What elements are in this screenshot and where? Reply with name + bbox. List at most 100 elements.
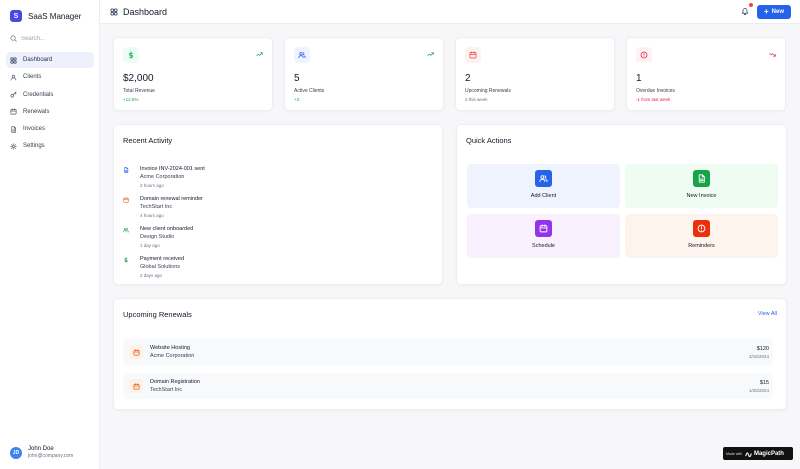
calendar-icon (465, 47, 481, 63)
sidebar-item-label: Settings (23, 143, 45, 150)
section-title: Upcoming Renewals (123, 310, 192, 319)
new-button-label: New (771, 9, 784, 15)
sidebar-nav: Dashboard Clients Credentials Renewals I… (6, 52, 94, 156)
brand-logo: S (10, 10, 22, 22)
list-item: New client onboarded Design Studio 1 day… (123, 225, 193, 250)
recent-activity-card: Recent Activity Invoice INV-2024-001 sen… (113, 124, 443, 285)
magicpath-logo-icon (745, 452, 752, 457)
section-title: Recent Activity (123, 136, 173, 145)
sidebar-item-label: Renewals (23, 108, 50, 115)
sidebar-item-label: Credentials (23, 91, 54, 98)
renewal-row[interactable]: Website Hosting Acme Corporation $120 2/… (123, 339, 773, 365)
calendar-icon (129, 379, 143, 393)
alert-icon (636, 47, 652, 63)
renewal-client: Acme Corporation (150, 353, 195, 359)
stat-value: $2,000 (123, 73, 154, 84)
stat-card-overdue: 1 Overdue Invoices -1 from last week (626, 37, 786, 111)
activity-title: Invoice INV-2024-001 sent (140, 166, 205, 172)
search-box (6, 30, 94, 47)
stat-value: 2 (465, 73, 471, 84)
section-title: Quick Actions (466, 136, 512, 145)
stat-value: 1 (636, 73, 642, 84)
view-all-link[interactable]: View All (758, 311, 777, 317)
calendar-icon (535, 220, 552, 237)
stat-card-revenue: $2,000 Total Revenue +12.5% (113, 37, 273, 111)
quick-action-label: Reminders (688, 243, 715, 249)
search-icon (10, 35, 17, 42)
stat-change: -1 from last week (636, 97, 671, 102)
sidebar-item-renewals[interactable]: Renewals (6, 104, 94, 120)
user-name: John Doe (28, 446, 54, 452)
stat-card-clients: 5 Active Clients +3 (284, 37, 444, 111)
sidebar-item-label: Dashboard (23, 57, 53, 63)
stat-card-renewals: 2 Upcoming Renewals 2 this week (455, 37, 615, 111)
add-client-button[interactable]: Add Client (467, 164, 620, 208)
quick-action-label: New Invoice (686, 193, 717, 199)
users-icon (535, 170, 552, 187)
bell-icon[interactable] (741, 7, 750, 16)
renewal-date: 2/15/2024 (748, 354, 769, 359)
user-icon (10, 74, 17, 81)
renewal-service: Website Hosting (150, 345, 190, 351)
renewal-amount: $15 (759, 380, 769, 386)
trend-down-icon (769, 51, 776, 58)
renewal-client: TechStart Inc (150, 387, 183, 393)
search-input[interactable] (21, 35, 91, 42)
reminders-button[interactable]: Reminders (625, 214, 778, 258)
sidebar: S SaaS Manager Dashboard Clients Credent… (0, 0, 100, 469)
user-profile[interactable]: JD John Doe john@company.com (10, 445, 73, 460)
top-header: Dashboard + New (100, 0, 800, 24)
sidebar-item-settings[interactable]: Settings (6, 138, 94, 154)
upcoming-renewals-card: Upcoming Renewals View All Website Hosti… (113, 298, 787, 410)
calendar-icon (123, 195, 129, 220)
user-email: john@company.com (28, 453, 74, 459)
stat-change: +3 (294, 97, 300, 102)
renewal-row[interactable]: Domain Registration TechStart Inc $15 1/… (123, 373, 773, 399)
calendar-icon (129, 345, 143, 359)
stat-label: Overdue Invoices (636, 88, 675, 94)
dollar-icon (123, 47, 139, 63)
avatar: JD (10, 446, 22, 459)
quick-actions-card: Quick Actions Add Client New Invoice Sch… (456, 124, 787, 285)
sidebar-item-dashboard[interactable]: Dashboard (6, 52, 94, 68)
key-icon (10, 91, 17, 98)
stat-value: 5 (294, 73, 300, 84)
renewal-service: Domain Registration (150, 379, 200, 385)
activity-time: 2 hours ago (140, 183, 164, 188)
stat-label: Upcoming Renewals (465, 88, 511, 94)
trend-up-icon (256, 51, 263, 58)
alert-icon (693, 220, 710, 237)
sidebar-item-label: Clients (23, 74, 42, 81)
users-icon (294, 47, 310, 63)
schedule-button[interactable]: Schedule (467, 214, 620, 258)
grid-icon (110, 8, 118, 16)
activity-subject: Acme Corporation (140, 174, 185, 180)
users-icon (123, 225, 129, 250)
file-icon (693, 170, 710, 187)
trend-up-icon (427, 51, 434, 58)
sidebar-item-clients[interactable]: Clients (6, 69, 94, 85)
dollar-icon (123, 255, 129, 280)
badge-prefix: Made with (726, 451, 742, 456)
badge-brand: MagicPath (753, 450, 784, 457)
magicpath-badge[interactable]: Made with MagicPath (723, 447, 793, 460)
stat-change: 2 this week (465, 97, 488, 102)
new-invoice-button[interactable]: New Invoice (625, 164, 778, 208)
notification-badge (749, 3, 753, 7)
sidebar-item-credentials[interactable]: Credentials (6, 87, 94, 103)
activity-time: 1 day ago (140, 243, 160, 248)
brand[interactable]: S SaaS Manager (10, 4, 81, 28)
sidebar-item-label: Invoices (23, 126, 46, 133)
activity-title: Payment received (140, 256, 185, 262)
renewal-amount: $120 (756, 346, 769, 352)
list-item: Domain renewal reminder TechStart Inc 4 … (123, 195, 203, 220)
gear-icon (10, 143, 17, 150)
activity-time: 2 days ago (140, 273, 163, 278)
activity-title: New client onboarded (140, 226, 194, 232)
activity-subject: TechStart Inc (140, 204, 173, 210)
sidebar-item-invoices[interactable]: Invoices (6, 121, 94, 137)
quick-action-label: Add Client (530, 193, 557, 199)
new-button[interactable]: + New (757, 5, 791, 19)
activity-title: Domain renewal reminder (140, 196, 203, 202)
plus-icon: + (763, 7, 769, 16)
